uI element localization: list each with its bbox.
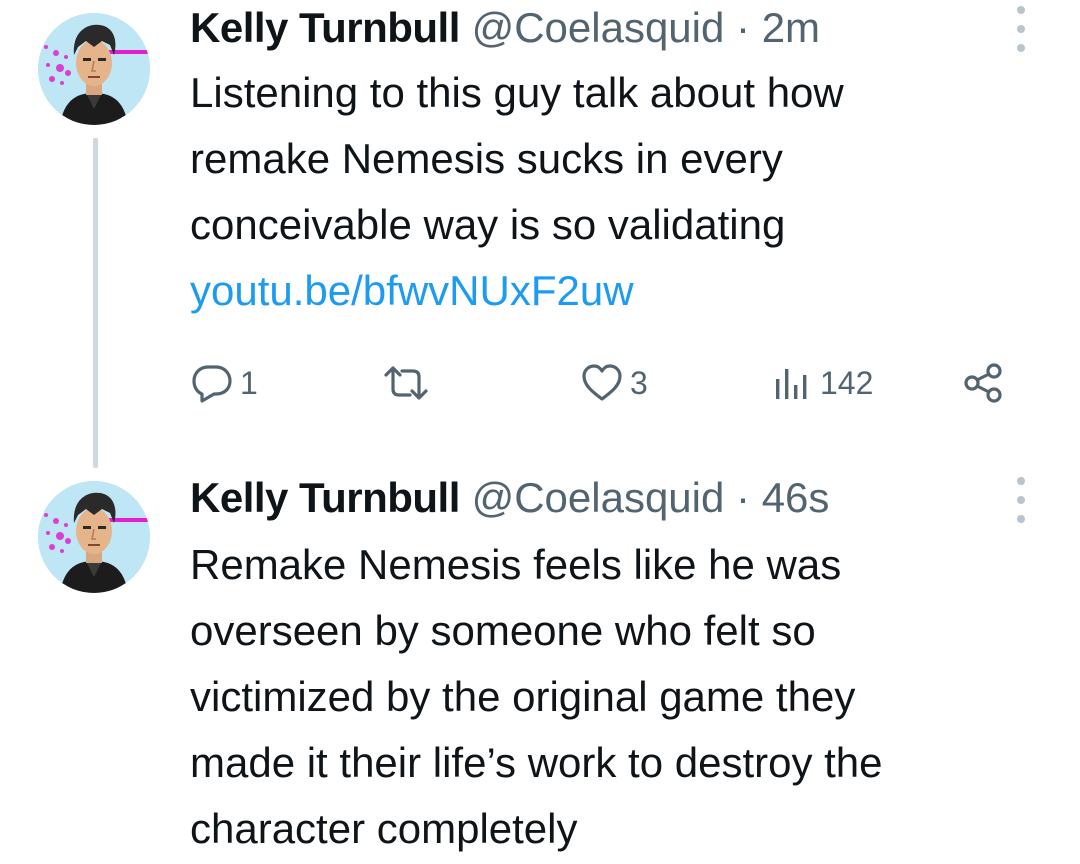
author-handle[interactable]: @Coelasquid xyxy=(472,474,725,521)
tweet[interactable]: Kelly Turnbull @Coelasquid · 46s Remake … xyxy=(0,470,1080,864)
tweet-text-line: victimized by the original game they xyxy=(190,673,856,720)
tweet-text-line: conceivable way is so validating xyxy=(190,201,786,248)
author-handle[interactable]: @Coelasquid xyxy=(472,4,725,51)
reply-icon xyxy=(192,365,232,403)
tweet-text-line: character completely xyxy=(190,805,578,852)
tweet-text: Listening to this guy talk about how rem… xyxy=(190,60,1060,324)
tweet-text: Remake Nemesis feels like he was oversee… xyxy=(190,532,1060,862)
timestamp[interactable]: 2m xyxy=(762,4,820,51)
tweet-text-line: overseen by someone who felt so xyxy=(190,607,816,654)
author-name[interactable]: Kelly Turnbull xyxy=(190,4,460,51)
tweet-text-line: made it their life’s work to destroy the xyxy=(190,739,883,786)
avatar-illustration xyxy=(38,481,150,593)
more-vertical-icon[interactable] xyxy=(1010,6,1032,52)
heart-icon xyxy=(582,364,622,401)
retweet-button[interactable] xyxy=(382,358,436,408)
author-name[interactable]: Kelly Turnbull xyxy=(190,474,460,521)
tweet-header: Kelly Turnbull @Coelasquid · 2m xyxy=(190,3,820,53)
avatar[interactable] xyxy=(38,13,150,125)
views-button[interactable]: 142 xyxy=(770,358,873,408)
views-bar-chart-icon xyxy=(776,369,807,399)
reply-count: 1 xyxy=(240,364,258,401)
tweet-text-line: Listening to this guy talk about how xyxy=(190,69,844,116)
avatar[interactable] xyxy=(38,481,150,593)
tweet[interactable]: Kelly Turnbull @Coelasquid · 2m Listenin… xyxy=(0,0,1080,470)
separator-dot: · xyxy=(736,474,751,521)
like-count: 3 xyxy=(630,364,648,401)
timestamp[interactable]: 46s xyxy=(762,474,830,521)
tweet-link[interactable]: youtu.be/bfwvNUxF2uw xyxy=(190,267,634,314)
tweet-actions: 1 3 142 xyxy=(190,358,1020,408)
separator-dot: · xyxy=(736,4,751,51)
tweet-header: Kelly Turnbull @Coelasquid · 46s xyxy=(190,473,829,523)
views-count: 142 xyxy=(820,364,874,401)
tweet-text-line: remake Nemesis sucks in every xyxy=(190,135,783,182)
more-vertical-icon[interactable] xyxy=(1010,477,1032,523)
like-button[interactable]: 3 xyxy=(580,358,648,408)
tweet-text-line: Remake Nemesis feels like he was xyxy=(190,541,842,588)
retweet-icon xyxy=(384,366,428,400)
share-icon xyxy=(964,363,1002,403)
share-button[interactable] xyxy=(962,358,1006,408)
reply-button[interactable]: 1 xyxy=(190,358,258,408)
avatar-illustration xyxy=(38,13,150,125)
